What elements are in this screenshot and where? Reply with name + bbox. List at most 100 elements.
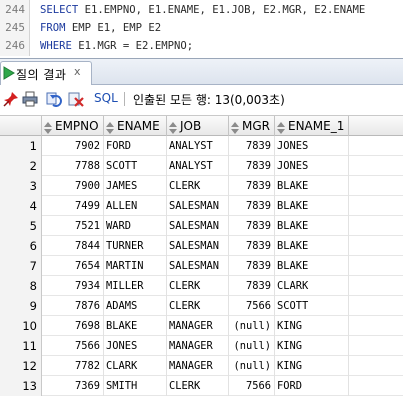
table-row[interactable]: 9 7876 ADAMS CLERK 7566 SCOTT	[0, 296, 403, 316]
cell-job[interactable]: SALESMAN	[167, 256, 229, 276]
cell-empno[interactable]: 7876	[42, 296, 104, 316]
cell-empno[interactable]: 7844	[42, 236, 104, 256]
result-tab-strip: 질의 결과 x	[0, 59, 403, 85]
cell-ename-1[interactable]: JONES	[275, 136, 349, 156]
cell-job[interactable]: MANAGER	[167, 316, 229, 336]
cell-mgr[interactable]: 7839	[229, 136, 275, 156]
cell-ename-1[interactable]: BLAKE	[275, 236, 349, 256]
table-row[interactable]: 7 7654 MARTIN SALESMAN 7839 BLAKE	[0, 256, 403, 276]
cell-ename[interactable]: TURNER	[104, 236, 167, 256]
cell-ename[interactable]: SCOTT	[104, 156, 167, 176]
cell-job[interactable]: SALESMAN	[167, 196, 229, 216]
table-row[interactable]: 11 7566 JONES MANAGER (null) KING	[0, 336, 403, 356]
column-header-empno[interactable]: EMPNO	[42, 116, 104, 136]
cell-ename-1[interactable]: KING	[275, 336, 349, 356]
tab-query-result[interactable]: 질의 결과 x	[0, 61, 92, 85]
cell-mgr[interactable]: 7839	[229, 276, 275, 296]
column-header-mgr[interactable]: MGR	[229, 116, 275, 136]
cell-job[interactable]: ANALYST	[167, 136, 229, 156]
column-header-label: MGR	[242, 119, 270, 133]
table-row[interactable]: 4 7499 ALLEN SALESMAN 7839 BLAKE	[0, 196, 403, 216]
cell-empno[interactable]: 7902	[42, 136, 104, 156]
cell-ename[interactable]: SMITH	[104, 376, 167, 396]
cell-empno[interactable]: 7369	[42, 376, 104, 396]
result-grid[interactable]: EMPNO ENAME JOB MGR ENAME_1 1 7902 FORD ANALYST…	[0, 115, 403, 396]
cell-job[interactable]: CLERK	[167, 376, 229, 396]
cell-ename[interactable]: MARTIN	[104, 256, 167, 276]
cell-ename-1[interactable]: KING	[275, 316, 349, 336]
cell-mgr[interactable]: 7839	[229, 196, 275, 216]
cell-job[interactable]: CLERK	[167, 296, 229, 316]
refresh-icon[interactable]	[46, 91, 62, 107]
cell-ename-1[interactable]: BLAKE	[275, 176, 349, 196]
cell-mgr[interactable]: (null)	[229, 336, 275, 356]
cell-empno[interactable]: 7782	[42, 356, 104, 376]
cancel-query-icon[interactable]	[68, 91, 84, 107]
line-number: 245	[5, 21, 25, 34]
column-header-ename-1[interactable]: ENAME_1	[275, 116, 349, 136]
cell-empno[interactable]: 7788	[42, 156, 104, 176]
cell-ename[interactable]: BLAKE	[104, 316, 167, 336]
cell-mgr[interactable]: 7839	[229, 256, 275, 276]
cell-ename[interactable]: ALLEN	[104, 196, 167, 216]
cell-job[interactable]: SALESMAN	[167, 216, 229, 236]
cell-mgr[interactable]: 7839	[229, 176, 275, 196]
cell-ename-1[interactable]: FORD	[275, 376, 349, 396]
table-row[interactable]: 6 7844 TURNER SALESMAN 7839 BLAKE	[0, 236, 403, 256]
cell-job[interactable]: MANAGER	[167, 356, 229, 376]
cell-ename[interactable]: ADAMS	[104, 296, 167, 316]
cell-mgr[interactable]: (null)	[229, 356, 275, 376]
cell-job[interactable]: ANALYST	[167, 156, 229, 176]
table-row[interactable]: 13 7369 SMITH CLERK 7566 FORD	[0, 376, 403, 396]
table-row[interactable]: 12 7782 CLARK MANAGER (null) KING	[0, 356, 403, 376]
cell-empno[interactable]: 7900	[42, 176, 104, 196]
cell-ename-1[interactable]: BLAKE	[275, 216, 349, 236]
column-header-ename[interactable]: ENAME	[104, 116, 167, 136]
cell-ename[interactable]: FORD	[104, 136, 167, 156]
code-line[interactable]: 245 FROM EMP E1, EMP E2	[0, 19, 403, 37]
cell-job[interactable]: SALESMAN	[167, 236, 229, 256]
cell-empno[interactable]: 7566	[42, 336, 104, 356]
table-row[interactable]: 8 7934 MILLER CLERK 7839 CLARK	[0, 276, 403, 296]
cell-ename[interactable]: CLARK	[104, 356, 167, 376]
close-tab-icon[interactable]: x	[74, 65, 81, 78]
cell-mgr[interactable]: (null)	[229, 316, 275, 336]
cell-ename-1[interactable]: SCOTT	[275, 296, 349, 316]
column-header-job[interactable]: JOB	[167, 116, 229, 136]
code-line[interactable]: 246 WHERE E1.MGR = E2.EMPNO;	[0, 37, 403, 55]
table-row[interactable]: 5 7521 WARD SALESMAN 7839 BLAKE	[0, 216, 403, 236]
cell-ename-1[interactable]: CLARK	[275, 276, 349, 296]
cell-mgr[interactable]: 7566	[229, 376, 275, 396]
table-row[interactable]: 10 7698 BLAKE MANAGER (null) KING	[0, 316, 403, 336]
cell-empno[interactable]: 7698	[42, 316, 104, 336]
cell-ename-1[interactable]: KING	[275, 356, 349, 376]
sql-button[interactable]: SQL	[94, 91, 118, 105]
cell-mgr[interactable]: 7839	[229, 156, 275, 176]
cell-mgr[interactable]: 7839	[229, 236, 275, 256]
cell-ename-1[interactable]: BLAKE	[275, 196, 349, 216]
cell-ename[interactable]: JAMES	[104, 176, 167, 196]
print-icon[interactable]	[22, 91, 38, 107]
cell-empno[interactable]: 7521	[42, 216, 104, 236]
cell-ename[interactable]: JONES	[104, 336, 167, 356]
sql-editor[interactable]: 244 SELECT E1.EMPNO, E1.ENAME, E1.JOB, E2…	[0, 0, 403, 56]
pin-icon[interactable]	[3, 91, 19, 107]
cell-mgr[interactable]: 7566	[229, 296, 275, 316]
code-line[interactable]: 244 SELECT E1.EMPNO, E1.ENAME, E1.JOB, E2…	[0, 1, 403, 19]
table-row[interactable]: 1 7902 FORD ANALYST 7839 JONES	[0, 136, 403, 156]
table-row[interactable]: 2 7788 SCOTT ANALYST 7839 JONES	[0, 156, 403, 176]
table-row[interactable]: 3 7900 JAMES CLERK 7839 BLAKE	[0, 176, 403, 196]
cell-job[interactable]: MANAGER	[167, 336, 229, 356]
cell-ename-1[interactable]: BLAKE	[275, 256, 349, 276]
cell-empno[interactable]: 7654	[42, 256, 104, 276]
cell-empno[interactable]: 7934	[42, 276, 104, 296]
line-number: 244	[5, 3, 25, 16]
cell-job[interactable]: CLERK	[167, 176, 229, 196]
toolbar-divider	[124, 92, 125, 106]
cell-ename[interactable]: WARD	[104, 216, 167, 236]
cell-empno[interactable]: 7499	[42, 196, 104, 216]
cell-ename-1[interactable]: JONES	[275, 156, 349, 176]
cell-ename[interactable]: MILLER	[104, 276, 167, 296]
cell-job[interactable]: CLERK	[167, 276, 229, 296]
cell-mgr[interactable]: 7839	[229, 216, 275, 236]
